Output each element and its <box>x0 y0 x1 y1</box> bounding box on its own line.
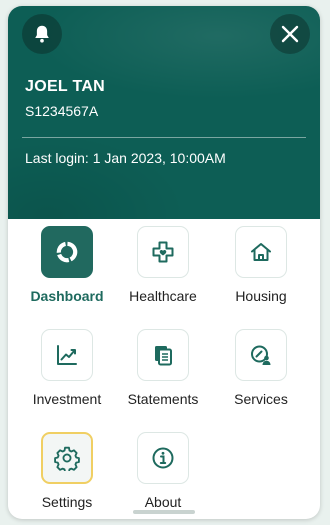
menu-item-icon-box <box>235 329 287 381</box>
healthcare-icon <box>152 241 174 263</box>
menu-item-icon-box <box>41 329 93 381</box>
menu-item-icon-box <box>137 226 189 278</box>
info-icon <box>152 447 174 469</box>
user-id-number: S1234567A <box>25 103 99 119</box>
menu-item-label: Statements <box>127 391 199 407</box>
close-button[interactable] <box>270 14 310 54</box>
menu-item-icon-box <box>137 329 189 381</box>
user-name: JOEL TAN <box>25 78 106 95</box>
menu-item-housing[interactable]: Housing <box>212 226 310 316</box>
last-login: Last login: 1 Jan 2023, 10:00AM <box>25 150 226 166</box>
bell-icon <box>35 25 49 43</box>
notifications-button[interactable] <box>22 14 62 54</box>
header-divider <box>22 137 306 138</box>
house-icon <box>251 243 271 261</box>
menu-item-investment[interactable]: Investment <box>18 329 116 419</box>
panel-handle-bar <box>133 510 195 514</box>
menu-item-label: Investment <box>32 391 102 407</box>
menu-item-label: About <box>144 494 182 510</box>
menu-item-label: Services <box>234 391 288 407</box>
menu-item-services[interactable]: Services <box>212 329 310 419</box>
dashboard-ring-icon <box>56 241 78 263</box>
menu-item-label: Healthcare <box>129 288 197 304</box>
menu-item-label: Housing <box>235 288 287 304</box>
services-icon <box>251 345 271 365</box>
menu-item-icon-box <box>235 226 287 278</box>
menu-item-icon-box <box>41 226 93 278</box>
menu-item-settings[interactable]: Settings <box>18 432 116 519</box>
menu-item-label: Dashboard <box>30 288 104 304</box>
gear-icon <box>54 446 80 471</box>
investment-chart-icon <box>57 345 77 365</box>
menu-item-dashboard[interactable]: Dashboard <box>18 226 116 316</box>
menu-item-icon-box <box>137 432 189 484</box>
menu-item-icon-box <box>41 432 93 484</box>
close-icon <box>281 25 299 43</box>
statements-icon <box>155 346 172 366</box>
profile-header: JOEL TAN S1234567A Last login: 1 Jan 202… <box>8 6 320 219</box>
menu-panel: JOEL TAN S1234567A Last login: 1 Jan 202… <box>8 6 320 519</box>
menu-item-healthcare[interactable]: Healthcare <box>114 226 212 316</box>
menu-item-label: Settings <box>41 494 93 510</box>
menu-item-statements[interactable]: Statements <box>114 329 212 419</box>
menu-item-about[interactable]: About <box>114 432 212 519</box>
